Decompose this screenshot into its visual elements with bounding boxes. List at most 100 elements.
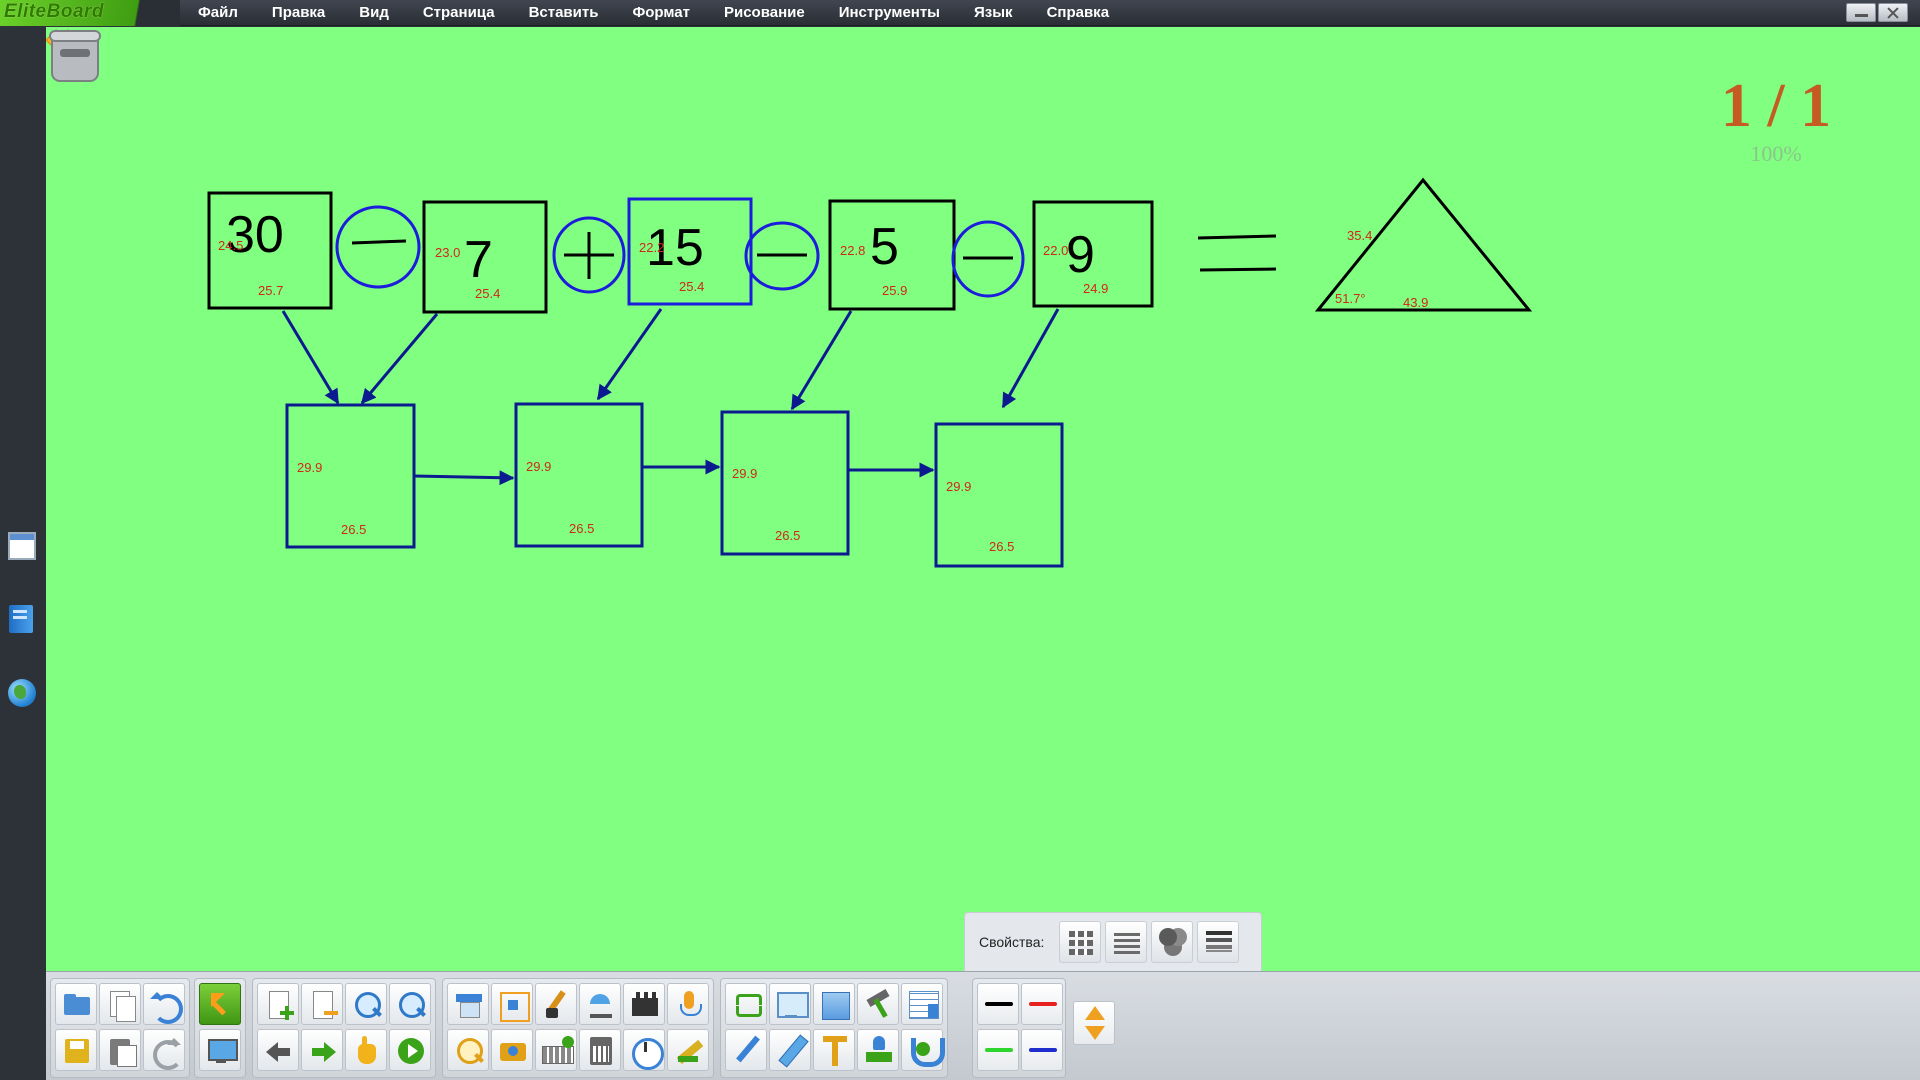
close-button[interactable] [1878,3,1908,22]
arrow[interactable] [281,310,340,405]
answer-triangle[interactable]: 35.4 51.7° 43.9 [1314,177,1533,312]
clapper-icon[interactable] [623,983,665,1025]
minus-operator[interactable] [744,221,820,291]
file-group [50,978,190,1078]
select-cursor-icon[interactable] [199,983,241,1025]
camera-icon[interactable] [491,1029,533,1071]
arrow[interactable] [360,313,439,405]
hammer-icon[interactable] [857,983,899,1025]
zoom-out-icon[interactable] [389,983,431,1025]
ruler-icon[interactable] [667,1029,709,1071]
menu-language[interactable]: Язык [974,0,1013,26]
grid-fill-icon[interactable] [1059,921,1101,963]
menu-tools[interactable]: Инструменты [839,0,940,26]
swap-icon[interactable] [725,983,767,1025]
bottom-label: 26.5 [341,522,366,537]
play-icon[interactable] [389,1029,431,1071]
number-box[interactable]: 5 22.8 25.9 [828,199,956,311]
pen-icon[interactable] [725,1029,767,1071]
monitor-icon[interactable] [769,983,811,1025]
number-box[interactable]: 7 23.0 25.4 [422,200,548,314]
drawing-layer: 30 24.5 25.7 7 23.0 25.4 15 22.2 25.4 5 … [207,177,1533,568]
app-logo: EliteBoard [0,0,180,26]
next-page-icon[interactable] [301,1029,343,1071]
magnet-icon[interactable] [901,1029,945,1071]
zoom-in-icon[interactable] [345,983,387,1025]
arrow[interactable] [596,308,663,401]
result-box[interactable]: 29.9 26.5 [285,403,416,549]
spotlight-icon[interactable] [579,983,621,1025]
menu-page[interactable]: Страница [423,0,495,26]
pen-black-swatch[interactable] [977,983,1019,1025]
stroke-width-icon[interactable] [1197,921,1239,963]
number-box-selected[interactable]: 15 22.2 25.4 [627,197,753,306]
undo-icon[interactable] [143,983,185,1025]
internet-globe-icon[interactable] [8,679,36,707]
text-icon[interactable] [813,1029,855,1071]
menu-view[interactable]: Вид [359,0,389,26]
blank-page-icon[interactable] [813,983,855,1025]
menu-edit[interactable]: Правка [272,0,325,26]
brush-icon[interactable] [535,983,577,1025]
save-icon[interactable] [55,1029,97,1071]
screen-shade-icon[interactable] [447,983,489,1025]
result-box[interactable]: 29.9 26.5 [514,402,644,548]
pages-icon[interactable] [99,983,141,1025]
table-icon[interactable] [901,983,943,1025]
number-value: 30 [226,206,284,264]
number-value: 7 [464,231,493,289]
menu-format[interactable]: Формат [632,0,690,26]
properties-panel: Свойства: [964,912,1262,972]
menu-help[interactable]: Справка [1047,0,1109,26]
page-add-icon[interactable] [257,983,299,1025]
menu-file[interactable]: Файл [198,0,238,26]
toolbar-toggle-icon[interactable] [1073,1001,1115,1045]
number-value: 9 [1066,226,1095,284]
arrow[interactable] [1001,308,1060,409]
connector-arrows [281,308,1060,486]
arrow[interactable] [790,310,853,411]
number-box[interactable]: 9 22.0 24.9 [1032,200,1154,308]
number-box[interactable]: 30 24.5 25.7 [207,191,333,310]
arrow[interactable] [413,470,515,486]
minimize-button[interactable] [1846,3,1876,22]
pen-blue-swatch[interactable] [1021,1029,1063,1071]
fit-icon[interactable] [491,983,533,1025]
hand-icon[interactable] [345,1029,387,1071]
redo-icon[interactable] [143,1029,185,1071]
magnifier-icon[interactable] [447,1029,489,1071]
paste-icon[interactable] [99,1029,141,1071]
color-palette-icon[interactable] [1151,921,1193,963]
plus-operator[interactable] [552,216,626,294]
keyboard-icon[interactable] [535,1029,577,1071]
page-sorter-icon[interactable] [8,532,36,560]
menu-insert[interactable]: Вставить [529,0,599,26]
screen-icon[interactable] [199,1029,241,1071]
prev-page-icon[interactable] [257,1029,299,1071]
line-style-icon[interactable] [1105,921,1147,963]
marker-icon[interactable] [769,1029,811,1071]
whiteboard-canvas[interactable]: 30 24.5 25.7 7 23.0 25.4 15 22.2 25.4 5 … [46,27,1920,971]
bottom-label: 25.4 [475,286,500,301]
pen-red-swatch[interactable] [1021,983,1063,1025]
minus-operator[interactable] [335,205,421,289]
minus-operator[interactable] [951,220,1025,298]
side-label: 29.9 [946,479,971,494]
folder-icon[interactable] [55,983,97,1025]
trash-bin-icon[interactable] [46,27,104,84]
page-group [252,978,436,1078]
menu-draw[interactable]: Рисование [724,0,805,26]
mic-icon[interactable] [667,983,709,1025]
resource-library-icon[interactable] [9,605,33,633]
page-delete-icon[interactable] [301,983,343,1025]
bottom-toolbar [46,971,1920,1080]
stamp-icon[interactable] [857,1029,899,1071]
clock-icon[interactable] [623,1029,665,1071]
pen-green-swatch[interactable] [977,1029,1019,1071]
triangle-side-label: 35.4 [1347,228,1372,243]
result-box[interactable]: 29.9 26.5 [720,410,850,556]
calculator-icon[interactable] [579,1029,621,1071]
equals-sign[interactable] [1197,234,1277,272]
triangle-angle-label: 51.7° [1335,291,1366,306]
result-box[interactable]: 29.9 26.5 [934,422,1064,568]
